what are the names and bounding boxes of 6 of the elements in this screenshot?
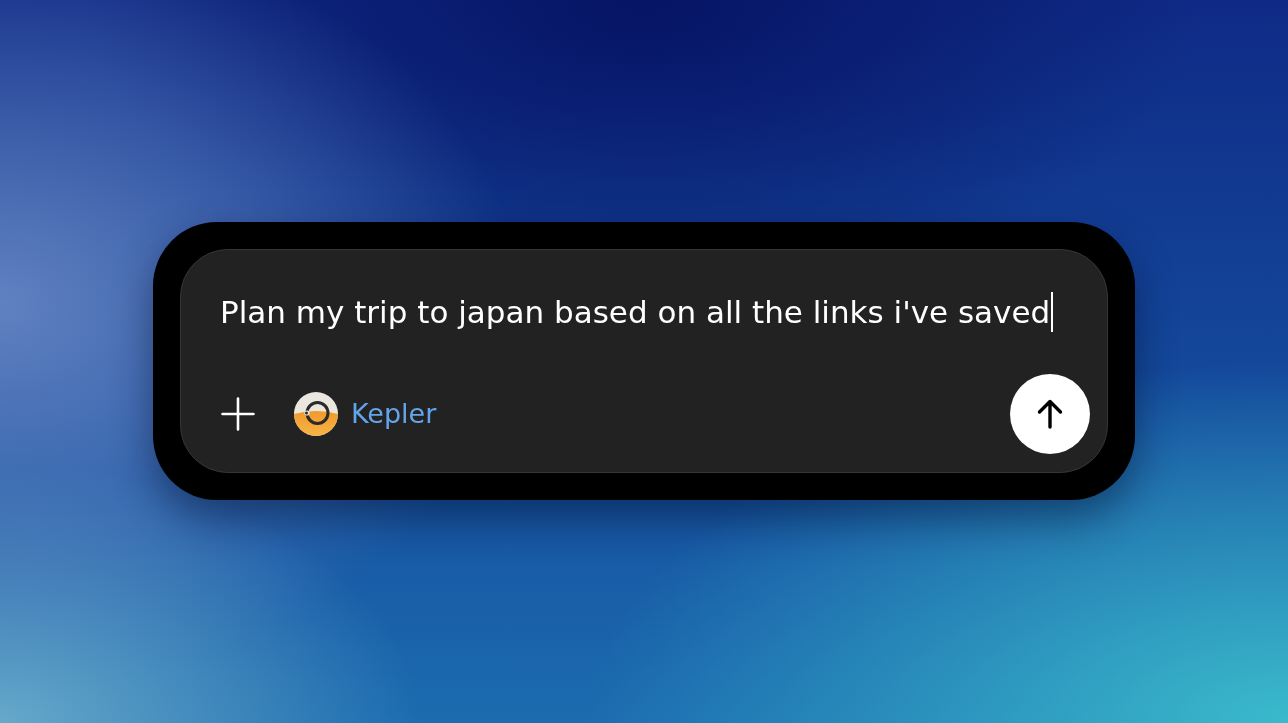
- add-button[interactable]: [220, 395, 256, 432]
- orb-logo-icon: [294, 391, 338, 436]
- message-input[interactable]: Plan my trip to japan based on all the links i've saved: [220, 291, 1090, 332]
- arrow-up-icon: [1037, 398, 1063, 429]
- agent-selector[interactable]: Kepler: [294, 391, 437, 436]
- plus-icon: [221, 396, 255, 431]
